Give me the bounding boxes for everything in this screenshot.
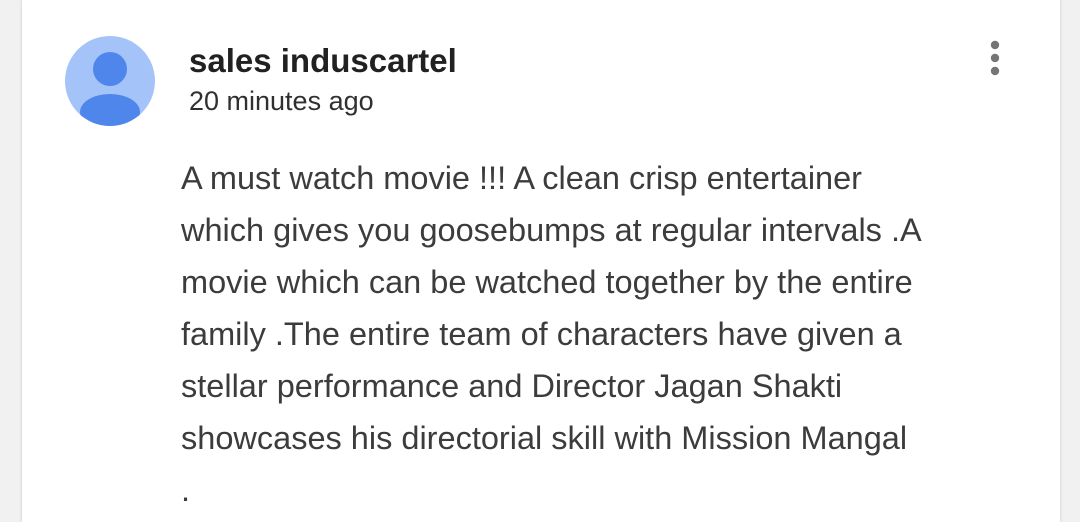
comment-menu-button[interactable] bbox=[975, 36, 1015, 80]
comment-text: A must watch movie !!! A clean crisp ent… bbox=[181, 160, 922, 508]
more-vertical-icon bbox=[990, 40, 1000, 76]
author-name[interactable]: sales induscartel bbox=[189, 42, 457, 80]
default-user-icon bbox=[80, 52, 140, 126]
comment-timestamp: 20 minutes ago bbox=[189, 86, 374, 116]
comment-card: sales induscartel 20 minutes ago A must … bbox=[22, 0, 1060, 522]
avatar[interactable] bbox=[65, 36, 155, 126]
